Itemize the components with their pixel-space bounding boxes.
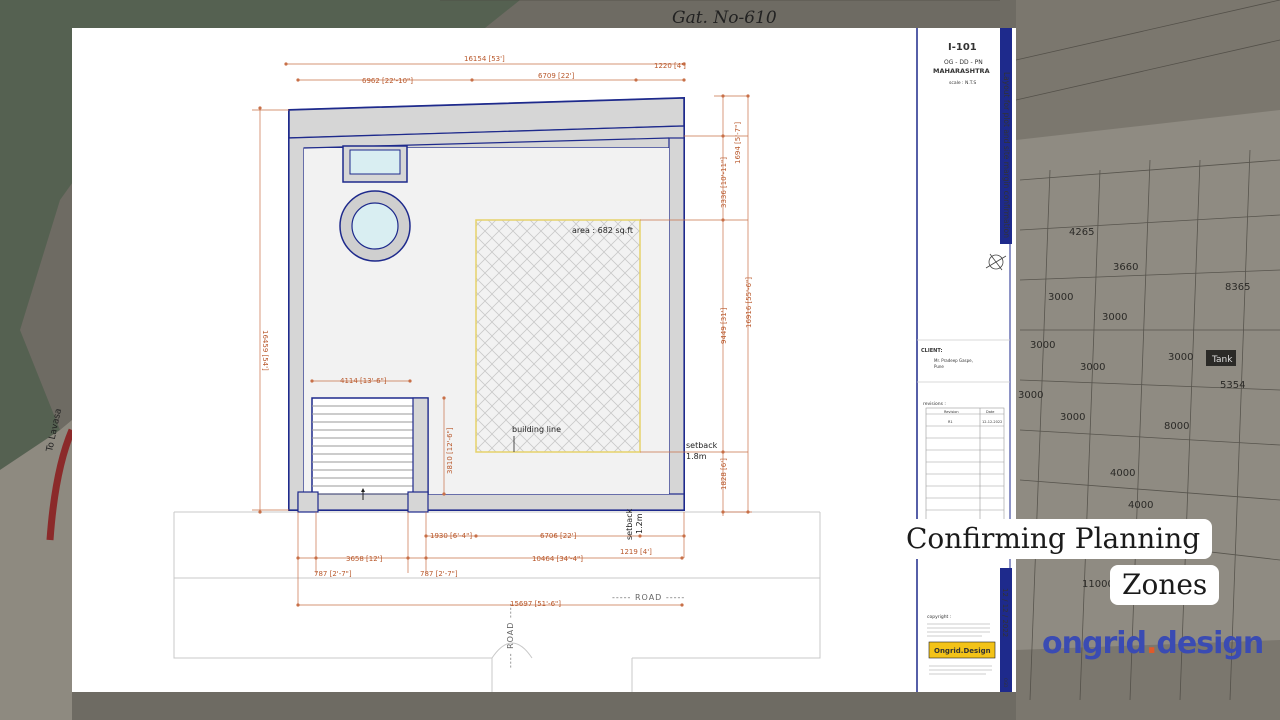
dim-bottom-a: 1930 [6'-4"]: [430, 532, 472, 540]
sheet-tag: OGD: [1003, 678, 1008, 687]
sheet-date: 12 / 12 / 2022: [1001, 588, 1009, 637]
road-outline: [173, 511, 821, 692]
map-label-3000: 3000: [1048, 292, 1073, 303]
revision-row-1-date: 12-12-2022: [982, 420, 1002, 424]
dim-top-a: 6962 [22'-10"]: [362, 77, 413, 85]
title-block: I-101 OG - DD - PN MAHARASHTRA scale : N…: [916, 28, 1012, 692]
revision-col-1: Revision: [944, 410, 959, 414]
building-line-label: building line: [512, 425, 561, 434]
map-label-3000: 3000: [1102, 312, 1127, 323]
map-label-4000: 4000: [1128, 500, 1153, 511]
caption-line-2: Zones: [1110, 565, 1220, 605]
road-label-bottom: ----- ROAD -----: [612, 593, 685, 602]
gate-pillar-right: [407, 491, 429, 513]
sheet-title-vertical: Layout for plot and site margin confirma…: [1002, 72, 1011, 238]
dim-bottom-c: 1219 [4']: [620, 548, 652, 556]
drawing-sheet: ----- ROAD ----- ---- ROAD ---- area : 6…: [72, 28, 1016, 692]
road-label-left: ---- ROAD ----: [506, 602, 515, 668]
map-label-4000: 4000: [1110, 468, 1135, 479]
dim-right-a: 1694 [5'-7"]: [734, 122, 742, 164]
dim-bottom-total: 15697 [51'-6"]: [510, 600, 561, 608]
revision-col-2: Date: [986, 410, 994, 414]
setback-bottom-value: 1.2m: [635, 513, 644, 534]
map-label-3000: 3000: [1030, 340, 1055, 351]
map-label-5354: 5354: [1220, 380, 1245, 391]
map-label-tank: Tank: [1211, 355, 1233, 365]
map-label-3000: 3000: [1168, 352, 1193, 363]
brand-logo: ongrid.design: [1042, 626, 1264, 661]
sheet-state: MAHARASHTRA: [933, 67, 990, 75]
client-label: CLIENT:: [921, 348, 942, 354]
building-area: [475, 219, 641, 453]
dim-top-c: 1220 [4']: [654, 62, 686, 70]
setback-right-label: setback: [686, 441, 718, 450]
dim-bottom-b: 6706 [22']: [540, 532, 577, 540]
client-name: Mr. Pradeep Gaspe,: [934, 358, 973, 363]
setback-right-value: 1.8m: [686, 452, 707, 461]
dim-top-total: 16154 [53']: [464, 55, 505, 63]
dim-stair-height: 3810 [12'-6"]: [446, 427, 454, 474]
map-label-4265: 4265: [1069, 227, 1094, 238]
dim-bottom-g: 787 [2'-7"]: [420, 570, 458, 578]
site-plan-drawing: ----- ROAD ----- ---- ROAD ---- area : 6…: [173, 28, 1012, 692]
gat-number-label: Gat. No-610: [672, 8, 777, 28]
map-label-3000: 3000: [1060, 412, 1085, 423]
dim-top-b: 6709 [22']: [538, 72, 575, 80]
contact-text: [929, 665, 992, 675]
dim-right-b: 3336 [10'-11"]: [720, 157, 728, 208]
revision-row-1: R1: [948, 420, 953, 424]
dim-stair-width: 4114 [13'-6"]: [340, 377, 387, 385]
right-wall: [668, 137, 685, 511]
client-city: Pune: [934, 364, 944, 369]
map-label-8000: 8000: [1164, 421, 1189, 432]
setback-bottom-label: setback: [625, 508, 634, 540]
map-label-3660: 3660: [1113, 262, 1138, 273]
map-label-3000: 3000: [1080, 362, 1105, 373]
brand-logo-b: design: [1156, 626, 1264, 661]
bottom-wall: [297, 493, 685, 511]
dim-right-total: 16916 [55'-6"]: [745, 277, 753, 328]
brand-logo-dot: .: [1146, 626, 1157, 661]
caption-line-1: Confirming Planning: [894, 519, 1213, 559]
map-label-3000: 3000: [1018, 390, 1043, 401]
copyright-label: copyright :: [927, 614, 951, 620]
gate-pillar-left: [297, 491, 319, 513]
sheet-scale: scale : N.T.S: [949, 80, 976, 86]
map-label-8365: 8365: [1225, 282, 1250, 293]
dim-bottom-f: 787 [2'-7"]: [314, 570, 352, 578]
dim-bottom-e: 10464 [34'-4"]: [532, 555, 583, 563]
copyright-text: [927, 623, 990, 637]
sheet-number: I-101: [948, 42, 977, 53]
title-block-logo-text: Ongrid.Design: [934, 647, 991, 655]
brand-logo-a: ongrid: [1042, 626, 1147, 661]
revisions-label: revisions :: [923, 401, 946, 407]
dim-bottom-d: 3658 [12']: [346, 555, 383, 563]
north-arrow-icon: [985, 253, 1007, 271]
area-label: area : 682 sq.ft: [572, 226, 633, 235]
dim-right-d: 1828 [6']: [720, 458, 728, 490]
sheet-code: OG - DD - PN: [944, 59, 983, 66]
dim-left-total: 16459 [54']: [261, 330, 269, 371]
dim-right-c: 9449 [31']: [720, 307, 728, 344]
